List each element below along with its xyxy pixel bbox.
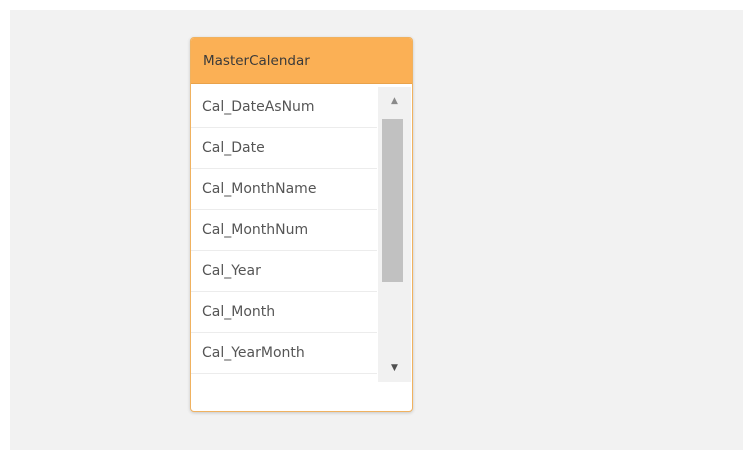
field-name: Cal_Month (202, 304, 276, 320)
field-name: Cal_Year (202, 263, 261, 279)
field-name: Cal_YearMonth (202, 345, 305, 361)
data-model-canvas[interactable]: MasterCalendar Cal_DateAsNum Cal_Date Ca… (10, 10, 743, 450)
field-row[interactable]: Cal_Month (191, 292, 377, 333)
field-row[interactable]: Cal_DateAsNum (191, 87, 377, 128)
field-list: Cal_DateAsNum Cal_Date Cal_MonthName Cal… (191, 87, 377, 374)
field-name: Cal_Date (202, 140, 265, 156)
table-card-mastercalendar[interactable]: MasterCalendar Cal_DateAsNum Cal_Date Ca… (190, 37, 413, 412)
field-name: Cal_DateAsNum (202, 99, 315, 115)
scroll-down-arrow-icon[interactable]: ▼ (378, 354, 411, 382)
vertical-scrollbar[interactable]: ▲ ▼ (378, 87, 411, 382)
field-name: Cal_MonthName (202, 181, 317, 197)
table-name: MasterCalendar (203, 52, 310, 69)
scroll-up-arrow-icon[interactable]: ▲ (378, 87, 411, 115)
scroll-thumb[interactable] (382, 119, 403, 282)
field-row[interactable]: Cal_MonthName (191, 169, 377, 210)
table-header[interactable]: MasterCalendar (191, 38, 412, 84)
field-name: Cal_MonthNum (202, 222, 309, 238)
field-row[interactable]: Cal_MonthNum (191, 210, 377, 251)
field-row[interactable]: Cal_Year (191, 251, 377, 292)
field-row[interactable]: Cal_Date (191, 128, 377, 169)
field-row[interactable]: Cal_YearMonth (191, 333, 377, 374)
